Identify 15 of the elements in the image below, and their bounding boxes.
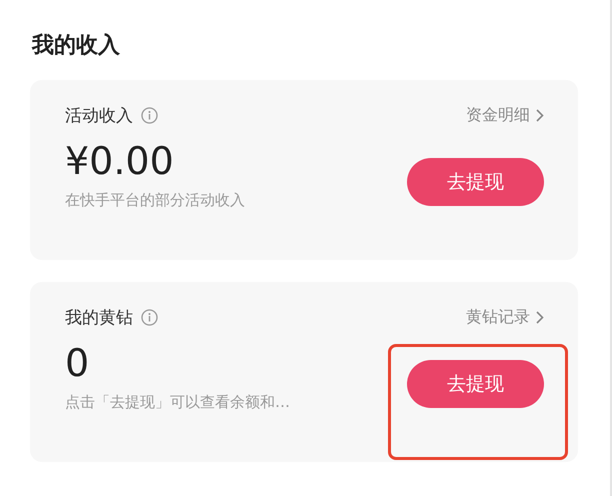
info-icon — [141, 107, 158, 124]
section-title: 我的收入 — [32, 32, 121, 60]
info-icon — [141, 309, 158, 326]
chevron-right-icon — [536, 109, 544, 122]
card-label: 我的黄钻 — [65, 307, 133, 329]
detail-link[interactable]: 黄钻记录 — [466, 307, 544, 328]
card-description: 点击「去提现」可以查看余额和… — [65, 392, 290, 412]
chevron-right-icon — [536, 311, 544, 324]
withdraw-button[interactable]: 去提现 — [407, 158, 544, 206]
amount-value: 0 — [65, 343, 90, 385]
detail-link[interactable]: 资金明细 — [466, 105, 544, 126]
amount-value: ¥0.00 — [65, 141, 175, 183]
withdraw-button[interactable]: 去提现 — [407, 360, 544, 408]
card-description: 在快手平台的部分活动收入 — [65, 190, 245, 210]
card-label: 活动收入 — [65, 105, 133, 127]
